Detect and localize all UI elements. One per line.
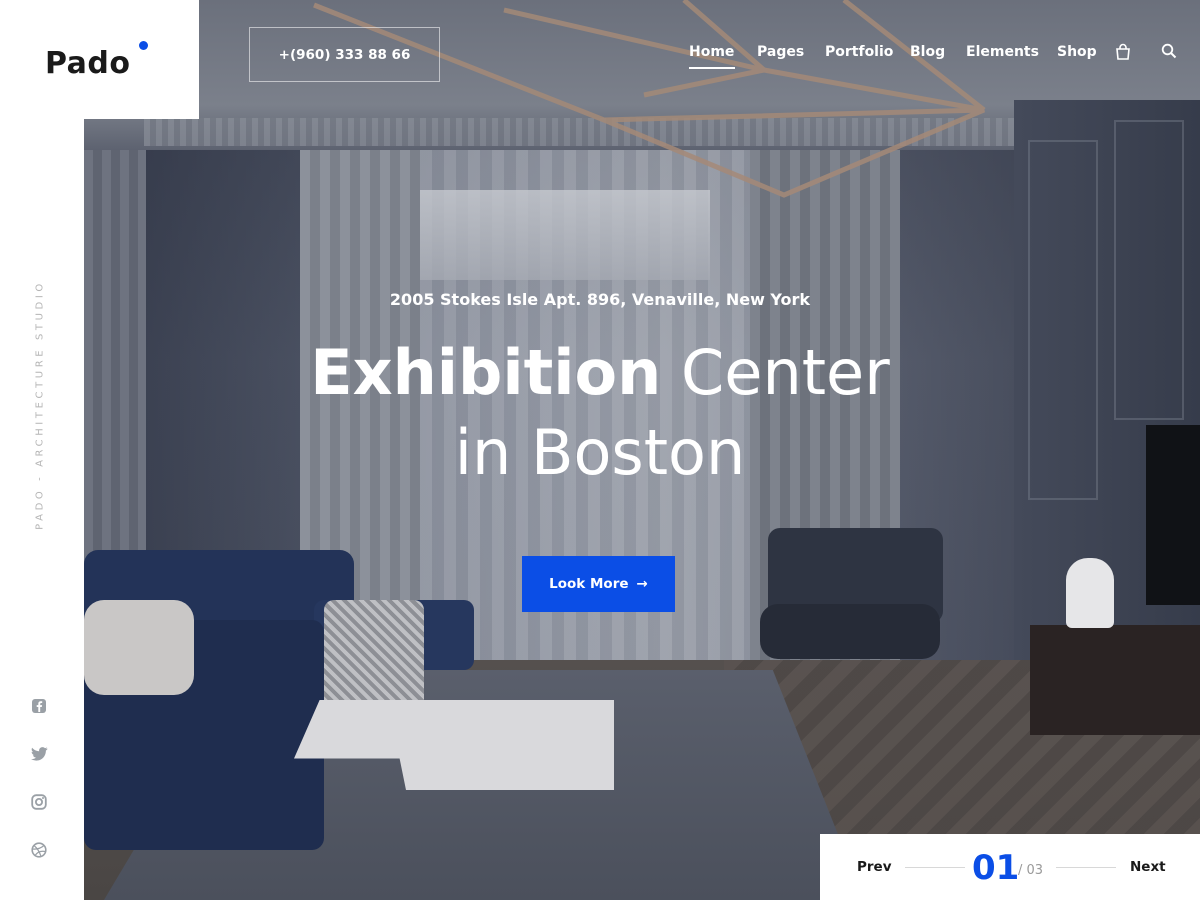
hero-title-line2: in Boston xyxy=(454,416,746,489)
nav-shop[interactable]: Shop xyxy=(1057,44,1097,60)
active-nav-underline xyxy=(689,67,735,69)
hero-title: Exhibition Center in Boston xyxy=(0,333,1200,493)
instagram-icon[interactable] xyxy=(24,787,54,817)
current-slide-number: 01 xyxy=(972,848,1020,888)
shopping-bag-icon[interactable] xyxy=(1114,43,1134,63)
armchair-seat xyxy=(760,604,940,659)
search-icon[interactable] xyxy=(1161,43,1181,63)
facebook-icon[interactable] xyxy=(24,691,54,721)
dribbble-icon[interactable] xyxy=(24,835,54,865)
nav-elements[interactable]: Elements xyxy=(966,44,1039,60)
nav-blog[interactable]: Blog xyxy=(910,44,945,60)
total-slides: / 03 xyxy=(1018,863,1044,878)
hero-title-strong: Exhibition xyxy=(310,336,662,409)
look-more-label: Look More xyxy=(549,576,629,592)
nav-home[interactable]: Home xyxy=(689,44,734,60)
hero-address: 2005 Stokes Isle Apt. 896, Venaville, Ne… xyxy=(389,290,811,309)
nav-pages[interactable]: Pages xyxy=(757,44,804,60)
hero-title-light: Center xyxy=(681,336,890,409)
pager-divider-left xyxy=(905,867,965,868)
media-cabinet xyxy=(1030,625,1200,735)
look-more-button[interactable]: Look More → xyxy=(522,556,675,612)
next-button[interactable]: Next xyxy=(1130,859,1166,875)
slider-pager: Prev 01 / 03 Next xyxy=(820,834,1200,900)
twitter-icon[interactable] xyxy=(24,739,54,769)
cushion xyxy=(84,600,194,695)
pager-divider-right xyxy=(1056,867,1116,868)
main-nav: Home Pages Portfolio Blog Elements Shop xyxy=(0,44,1200,66)
sculpture-bust xyxy=(1066,558,1114,628)
nav-portfolio[interactable]: Portfolio xyxy=(825,44,893,60)
prev-button[interactable]: Prev xyxy=(857,859,892,875)
arrow-right-icon: → xyxy=(636,576,648,592)
